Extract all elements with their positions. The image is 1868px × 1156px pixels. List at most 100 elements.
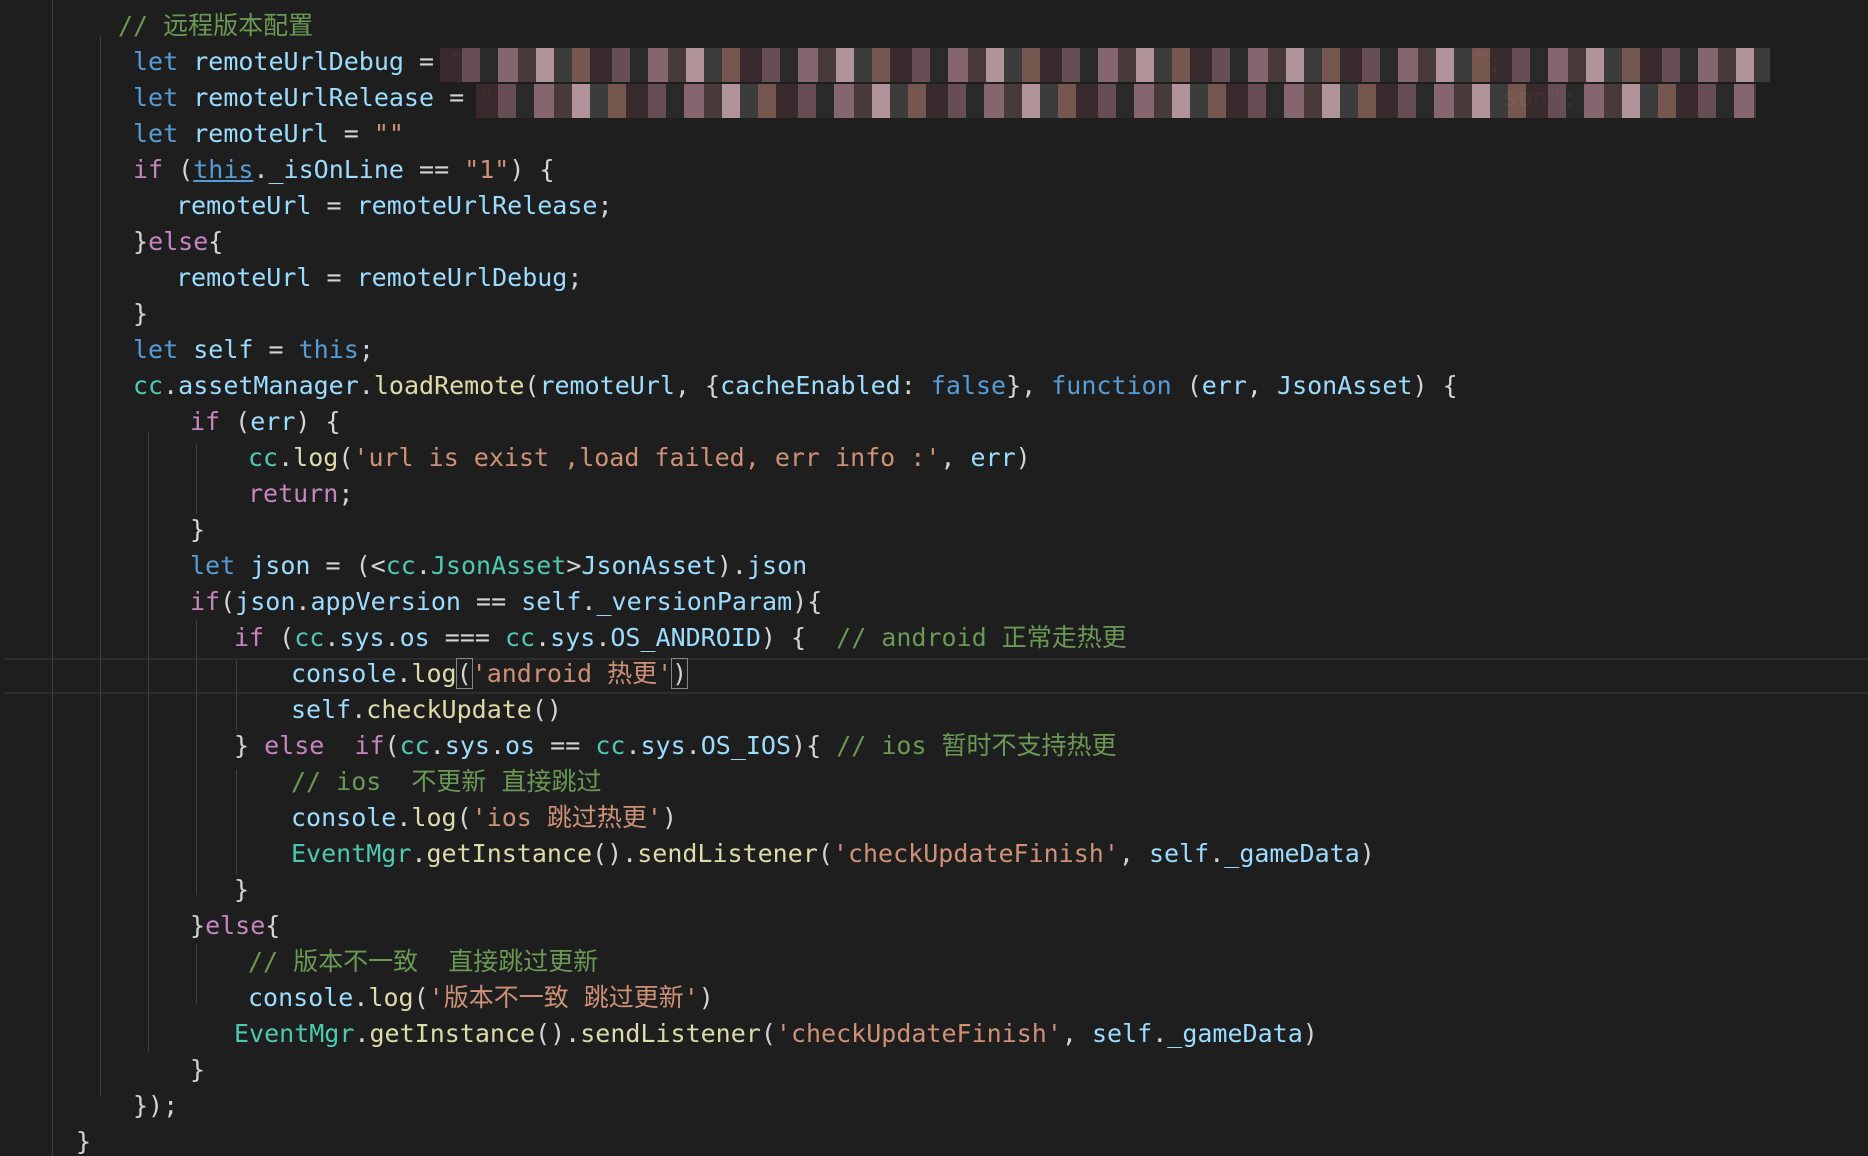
- code-token: (: [456, 803, 472, 832]
- indent-guide: [196, 444, 197, 514]
- code-line[interactable]: if(json.appVersion == self._versionParam…: [190, 584, 822, 620]
- code-line[interactable]: // 版本不一致 直接跳过更新: [248, 944, 598, 980]
- code-token: (: [817, 839, 833, 868]
- code-token: _isOnLine: [268, 155, 404, 184]
- code-token: });: [133, 1091, 179, 1120]
- code-token: let: [190, 551, 251, 580]
- code-token: .: [354, 1019, 370, 1048]
- code-token: .: [415, 551, 431, 580]
- code-token: OS_ANDROID: [610, 623, 761, 652]
- code-line[interactable]: remoteUrl = remoteUrlRelease;: [176, 188, 613, 224]
- indent-guide: [196, 620, 197, 895]
- code-token: ;: [358, 335, 374, 364]
- code-token: sys: [550, 623, 596, 652]
- code-token: }: [133, 299, 149, 328]
- code-line[interactable]: let json = (<cc.JsonAsset>JsonAsset).jso…: [190, 548, 807, 584]
- code-token: ==: [535, 731, 596, 760]
- code-editor[interactable]: // 远程版本配置let remoteUrlDebug = " ";let re…: [0, 0, 1868, 1156]
- code-token: err: [970, 443, 1016, 472]
- code-token: (: [1171, 371, 1202, 400]
- code-token: :: [900, 371, 931, 400]
- indent-guide: [148, 432, 149, 1052]
- code-token: ,: [940, 443, 971, 472]
- code-token: (: [338, 443, 354, 472]
- code-token: JsonAsset: [430, 551, 567, 580]
- code-line[interactable]: }else{: [190, 908, 280, 944]
- code-token: sendListener: [580, 1019, 761, 1048]
- code-token: }: [234, 731, 265, 760]
- code-token: os: [399, 623, 430, 652]
- code-token: ): [1359, 839, 1375, 868]
- indent-guide: [196, 944, 197, 1004]
- code-token: .: [396, 803, 412, 832]
- code-token: 'checkUpdateFinish': [775, 1019, 1062, 1048]
- code-token: cc: [385, 551, 416, 580]
- code-line[interactable]: }: [190, 1052, 205, 1088]
- code-token: ,: [1118, 839, 1149, 868]
- code-token: ): [671, 658, 689, 689]
- code-line[interactable]: cc.assetManager.loadRemote(remoteUrl, {c…: [133, 368, 1458, 404]
- code-line[interactable]: let remoteUrl = "": [133, 116, 404, 152]
- code-line[interactable]: if (this._isOnLine == "1") {: [133, 152, 555, 188]
- code-token: (: [264, 623, 295, 652]
- code-token: ;: [597, 191, 613, 220]
- code-token: ): [661, 803, 678, 832]
- code-token: if: [133, 155, 164, 184]
- code-line[interactable]: EventMgr.getInstance().sendListener('che…: [234, 1016, 1318, 1052]
- code-token: remoteUrlRelease: [356, 191, 598, 220]
- code-line[interactable]: // ios 不更新 直接跳过: [291, 764, 601, 800]
- code-token: getInstance: [369, 1019, 536, 1048]
- code-token: console: [291, 659, 397, 688]
- code-line[interactable]: });: [133, 1088, 178, 1124]
- code-line[interactable]: }: [133, 296, 148, 332]
- code-token: =: [311, 263, 357, 292]
- code-line[interactable]: } else if(cc.sys.os == cc.sys.OS_IOS){ /…: [234, 728, 1117, 764]
- code-token: sendListener: [637, 839, 818, 868]
- code-token: , {: [674, 371, 721, 400]
- code-line[interactable]: console.log('ios 跳过热更'): [291, 800, 677, 836]
- code-token: 'checkUpdateFinish': [832, 839, 1119, 868]
- code-token: remoteUrl: [539, 371, 675, 400]
- code-token: ) {: [760, 623, 837, 652]
- code-token: self: [521, 587, 582, 616]
- code-line[interactable]: if (cc.sys.os === cc.sys.OS_ANDROID) { /…: [234, 620, 1127, 656]
- code-line[interactable]: }: [76, 1124, 91, 1156]
- code-token: }: [190, 515, 206, 544]
- code-token: else: [148, 227, 209, 256]
- code-token: ==: [460, 587, 522, 616]
- code-line[interactable]: console.log('版本不一致 跳过更新'): [248, 980, 714, 1016]
- code-line[interactable]: }else{: [133, 224, 223, 260]
- code-line[interactable]: return;: [248, 476, 353, 512]
- code-line[interactable]: console.log('android 热更'): [291, 656, 689, 692]
- code-token: }: [190, 911, 206, 940]
- code-token: ;: [338, 479, 354, 508]
- code-line[interactable]: EventMgr.getInstance().sendListener('che…: [291, 836, 1375, 872]
- code-token: .: [1209, 839, 1225, 868]
- code-token: JsonAsset: [1277, 371, 1413, 400]
- code-token: cc: [504, 623, 536, 652]
- code-token: ): [1015, 443, 1031, 472]
- code-token: if: [190, 587, 221, 616]
- code-token: sys: [444, 731, 490, 760]
- code-line[interactable]: self.checkUpdate(): [291, 692, 562, 728]
- code-line[interactable]: if (err) {: [190, 404, 341, 440]
- code-line[interactable]: remoteUrl = remoteUrlDebug;: [176, 260, 582, 296]
- code-line[interactable]: }: [234, 872, 249, 908]
- code-token: >: [566, 551, 582, 580]
- current-line-highlight: [4, 658, 1868, 694]
- indent-guide: [100, 36, 101, 1096]
- code-line[interactable]: // 远程版本配置: [118, 8, 313, 44]
- code-token: log: [293, 443, 339, 472]
- code-token: assetManager: [178, 371, 359, 400]
- code-line[interactable]: cc.log('url is exist ,load failed, err i…: [248, 440, 1031, 476]
- code-line[interactable]: }: [190, 512, 205, 548]
- code-token: EventMgr: [291, 839, 412, 868]
- code-token: }: [190, 1055, 206, 1084]
- code-token: .: [1152, 1019, 1168, 1048]
- code-token: log: [411, 659, 457, 688]
- code-token: ): [1302, 1019, 1318, 1048]
- code-token: (: [384, 731, 400, 760]
- code-line[interactable]: let self = this;: [133, 332, 374, 368]
- code-token: remoteUrl: [176, 263, 312, 292]
